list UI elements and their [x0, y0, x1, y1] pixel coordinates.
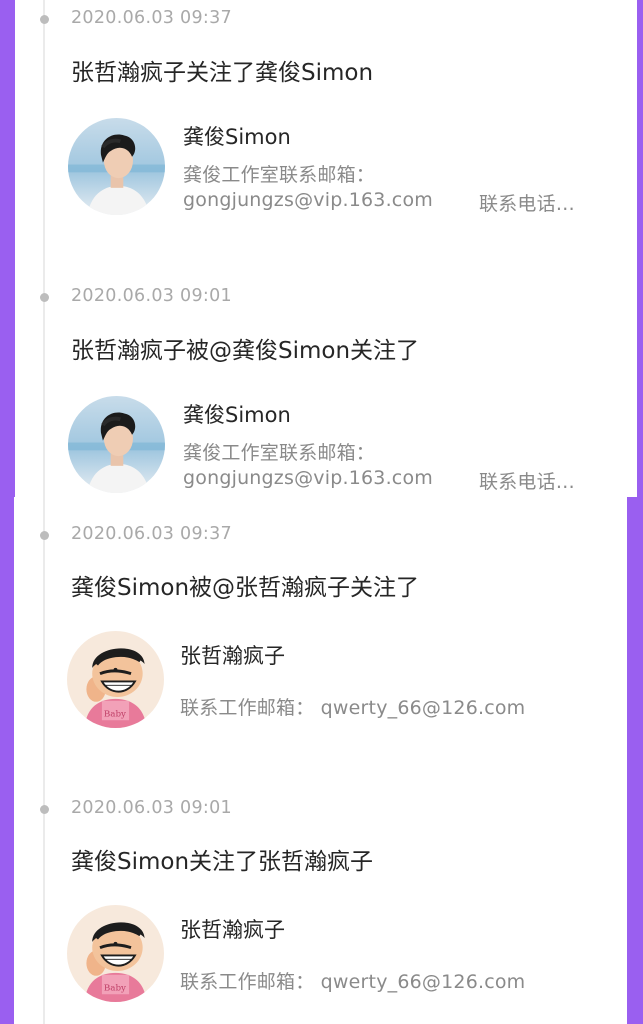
- activity-headline: 龚俊Simon关注了张哲瀚疯子: [71, 849, 374, 875]
- avatar[interactable]: [68, 118, 165, 215]
- activity-headline: 张哲瀚疯子关注了龚俊Simon: [71, 60, 374, 86]
- svg-text:Baby: Baby: [104, 709, 126, 719]
- feed-panel-top: 2020.06.03 09:37 张哲瀚疯子关注了龚俊Simon 龚俊Simon…: [15, 0, 637, 497]
- user-info-line1: 龚俊工作室联系邮箱：: [183, 442, 376, 464]
- timestamp: 2020.06.03 09:01: [71, 798, 232, 818]
- timestamp: 2020.06.03 09:01: [71, 286, 232, 306]
- avatar[interactable]: Baby: [67, 905, 164, 1002]
- timeline-dot: [39, 531, 49, 540]
- avatar[interactable]: [68, 396, 165, 493]
- user-info-email: gongjungzs@vip.163.com: [183, 189, 433, 211]
- timeline-line: [43, 497, 45, 1024]
- timeline-dot: [39, 293, 49, 302]
- timestamp: 2020.06.03 09:37: [71, 8, 232, 28]
- user-name[interactable]: 张哲瀚疯子: [180, 640, 285, 670]
- user-info-email: gongjungzs@vip.163.com: [183, 467, 433, 489]
- timeline-dot: [39, 15, 49, 24]
- avatar[interactable]: Baby: [67, 631, 164, 728]
- user-name[interactable]: 龚俊Simon: [183, 121, 291, 151]
- svg-text:Baby: Baby: [104, 983, 126, 993]
- timeline-dot: [39, 805, 49, 814]
- activity-headline: 龚俊Simon被@张哲瀚疯子关注了: [71, 575, 420, 601]
- user-info-phone: 联系电话…: [479, 193, 576, 215]
- feed-panel-bottom: 2020.06.03 09:37 龚俊Simon被@张哲瀚疯子关注了 Baby …: [14, 497, 627, 1024]
- timestamp: 2020.06.03 09:37: [71, 524, 232, 544]
- user-info-email: 联系工作邮箱： qwerty_66@126.com: [180, 971, 526, 993]
- activity-headline: 张哲瀚疯子被@龚俊Simon关注了: [71, 338, 420, 364]
- timeline-line: [43, 0, 45, 497]
- user-name[interactable]: 龚俊Simon: [183, 399, 291, 429]
- user-info-line1: 龚俊工作室联系邮箱：: [183, 164, 376, 186]
- user-info-email: 联系工作邮箱： qwerty_66@126.com: [180, 697, 526, 719]
- user-info-phone: 联系电话…: [479, 471, 576, 493]
- user-name[interactable]: 张哲瀚疯子: [180, 914, 285, 944]
